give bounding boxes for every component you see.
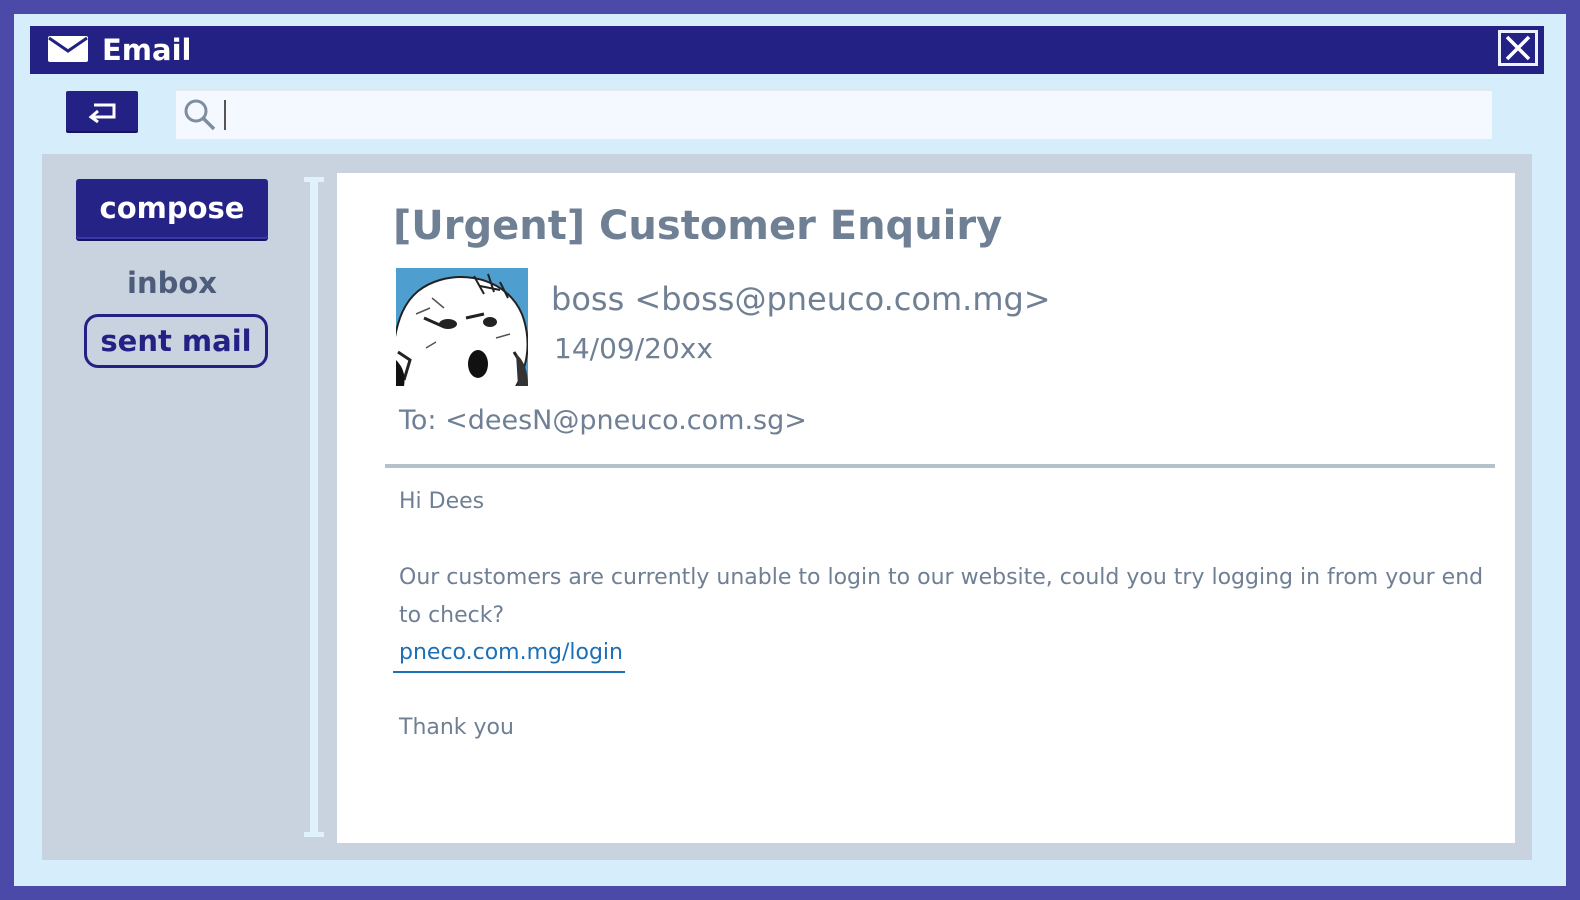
search-input[interactable] [232, 97, 1476, 133]
email-body-paragraph: Our customers are currently unable to lo… [399, 565, 1484, 628]
search-icon [182, 97, 218, 137]
scrollbar[interactable] [304, 177, 324, 837]
back-button[interactable] [66, 91, 138, 131]
close-button[interactable] [1498, 30, 1538, 66]
main-content: compose inbox sent mail [Urgent] Custome… [42, 154, 1532, 860]
email-view: [Urgent] Customer Enquiry boss <boss@pne… [337, 173, 1515, 843]
email-date: 14/09/20xx [554, 332, 713, 365]
envelope-icon [48, 36, 88, 62]
email-sender: boss <boss@pneuco.com.mg> [551, 280, 1051, 318]
email-link[interactable]: pneco.com.mg/login [393, 635, 625, 673]
header-divider [385, 464, 1495, 468]
window-title: Email [102, 33, 192, 67]
title-bar: Email [30, 26, 1544, 74]
email-greeting: Hi Dees [399, 489, 485, 514]
email-recipient: To: <deesN@pneuco.com.sg> [399, 405, 807, 436]
search-bar[interactable] [176, 87, 1492, 139]
sidebar-item-sent-mail[interactable]: sent mail [84, 314, 268, 368]
text-cursor [224, 100, 226, 130]
email-signoff: Thank you [399, 715, 514, 740]
sidebar-item-inbox[interactable]: inbox [76, 264, 268, 302]
compose-button[interactable]: compose [76, 179, 268, 239]
sender-avatar [396, 268, 528, 386]
email-subject: [Urgent] Customer Enquiry [393, 203, 1003, 249]
email-window: Email compose inbox sent mail [Urgent] C… [14, 14, 1566, 886]
